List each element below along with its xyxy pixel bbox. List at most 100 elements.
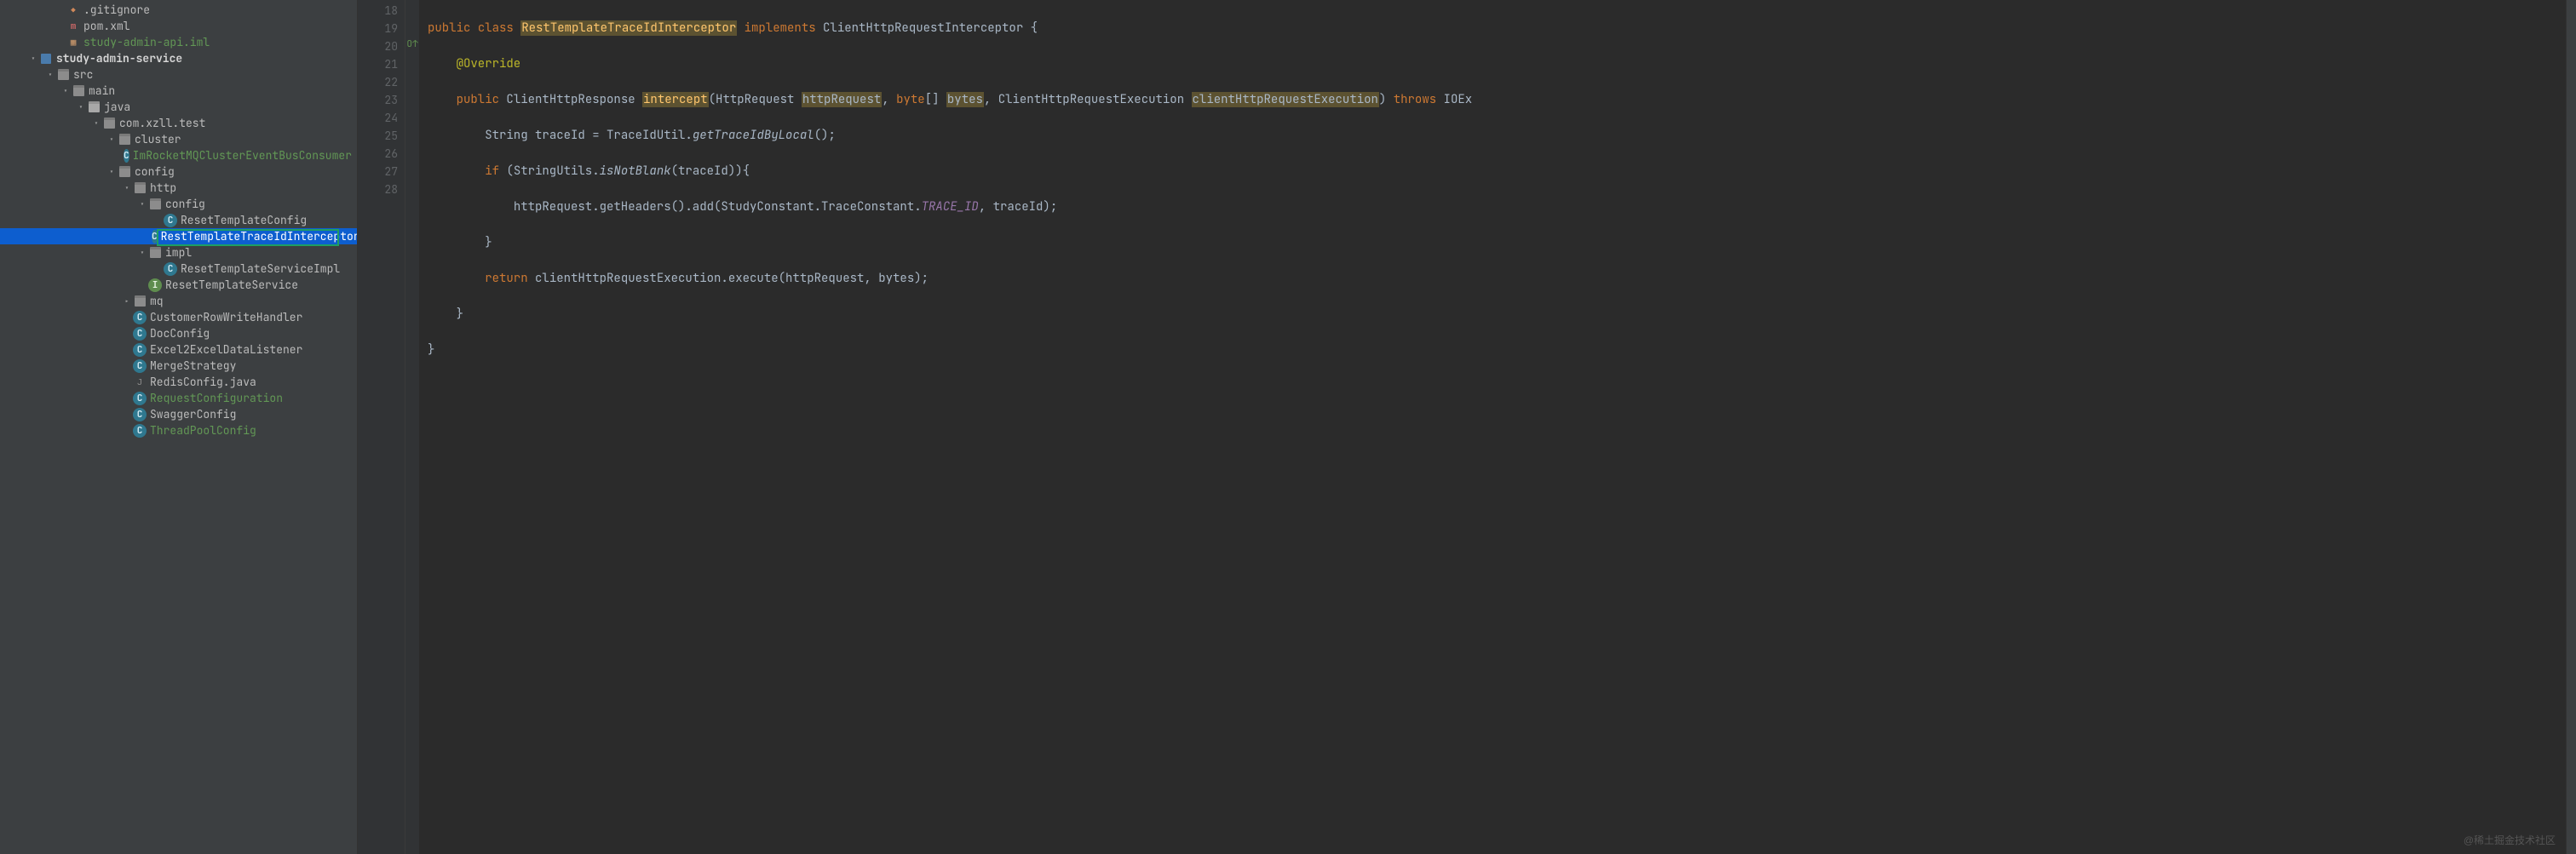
gutter-marker[interactable] — [405, 179, 419, 197]
tree-item-package[interactable]: ▾ com.xzll.test — [0, 115, 357, 131]
tree-label: ResetTemplateServiceImpl — [181, 261, 340, 276]
class-icon — [164, 262, 177, 276]
line-number: 28 — [358, 181, 398, 198]
tree-item-excel-listener[interactable]: Excel2ExcelDataListener — [0, 341, 357, 358]
code-line[interactable] — [428, 377, 2566, 395]
tree-label: study-admin-service — [56, 51, 182, 66]
tree-label: ThreadPoolConfig — [150, 423, 256, 438]
line-number: 22 — [358, 73, 398, 91]
package-icon — [118, 165, 131, 179]
chevron-down-icon[interactable]: ▾ — [75, 102, 87, 112]
annotation-gutter: O↑ — [405, 0, 419, 854]
tree-label: cluster — [135, 132, 181, 146]
tree-label: config — [165, 197, 205, 211]
gutter-marker[interactable] — [405, 107, 419, 125]
tree-item-reset-template-service-impl[interactable]: ResetTemplateServiceImpl — [0, 261, 357, 277]
tree-item-swagger-config[interactable]: SwaggerConfig — [0, 406, 357, 422]
chevron-right-icon[interactable]: ▸ — [121, 296, 133, 307]
tree-item-request-config[interactable]: RequestConfiguration — [0, 390, 357, 406]
folder-icon — [72, 84, 85, 98]
line-number: 25 — [358, 127, 398, 145]
code-line[interactable]: if (StringUtils.isNotBlank(traceId)){ — [428, 163, 2566, 181]
tree-item-doc-config[interactable]: DocConfig — [0, 325, 357, 341]
tree-label: main — [89, 83, 115, 98]
folder-icon — [87, 100, 101, 114]
editor[interactable]: 1819202122232425262728 O↑ public class R… — [358, 0, 2576, 854]
tree-item-impl[interactable]: ▾ impl — [0, 244, 357, 261]
gutter-marker[interactable] — [405, 89, 419, 107]
line-number: 24 — [358, 109, 398, 127]
line-number: 18 — [358, 2, 398, 20]
class-icon — [133, 327, 147, 341]
class-icon — [133, 311, 147, 324]
tree-item-rest-interceptor[interactable]: RestTemplateTraceIdInterceptor — [0, 228, 357, 244]
class-icon — [133, 359, 147, 373]
java-file-icon — [133, 375, 147, 389]
code-line[interactable]: String traceId = TraceIdUtil.getTraceIdB… — [428, 127, 2566, 145]
tree-item-cluster-consumer[interactable]: ImRocketMQClusterEventBusConsumer — [0, 147, 357, 163]
chevron-down-icon[interactable]: ▾ — [60, 86, 72, 96]
tree-item-http[interactable]: ▾ http — [0, 180, 357, 196]
chevron-down-icon[interactable]: ▾ — [121, 183, 133, 193]
tree-item-cluster[interactable]: ▾ cluster — [0, 131, 357, 147]
code-line[interactable]: public class RestTemplateTraceIdIntercep… — [428, 20, 2566, 37]
tree-item-config[interactable]: ▾ config — [0, 163, 357, 180]
line-number: 23 — [358, 91, 398, 109]
tree-item-main[interactable]: ▾ main — [0, 83, 357, 99]
tree-label: java — [104, 100, 130, 114]
class-icon — [133, 343, 147, 357]
tree-item-reset-template-service[interactable]: ResetTemplateService — [0, 277, 357, 293]
tree-item-java[interactable]: ▾ java — [0, 99, 357, 115]
code-line[interactable]: } — [428, 306, 2566, 324]
tree-item-threadpool-config[interactable]: ThreadPoolConfig — [0, 422, 357, 438]
code-line[interactable]: public ClientHttpResponse intercept(Http… — [428, 91, 2566, 109]
tree-label: pom.xml — [83, 19, 130, 33]
code-line[interactable]: } — [428, 234, 2566, 252]
gutter-marker[interactable] — [405, 143, 419, 161]
tree-item-http-config[interactable]: ▾ config — [0, 196, 357, 212]
code-line[interactable]: httpRequest.getHeaders().add(StudyConsta… — [428, 198, 2566, 216]
error-stripe[interactable] — [2566, 0, 2576, 854]
tree-item-module[interactable]: ▾ study-admin-service — [0, 50, 357, 66]
tree-label: MergeStrategy — [150, 358, 236, 373]
chevron-down-icon[interactable]: ▾ — [27, 54, 39, 64]
line-number: 20 — [358, 37, 398, 55]
tree-item-redis-config[interactable]: RedisConfig.java — [0, 374, 357, 390]
tree-label: Excel2ExcelDataListener — [150, 342, 302, 357]
chevron-down-icon[interactable]: ▾ — [136, 199, 148, 209]
code-line[interactable]: return clientHttpRequestExecution.execut… — [428, 270, 2566, 288]
tree-item-customer-row[interactable]: CustomerRowWriteHandler — [0, 309, 357, 325]
gutter-marker[interactable] — [405, 54, 419, 72]
tree-label: com.xzll.test — [119, 116, 205, 130]
chevron-down-icon[interactable]: ▾ — [90, 118, 102, 129]
chevron-down-icon[interactable]: ▾ — [106, 167, 118, 177]
tree-item-merge-strategy[interactable]: MergeStrategy — [0, 358, 357, 374]
class-icon — [133, 408, 147, 421]
code-line[interactable]: @Override — [428, 55, 2566, 73]
tree-item-pom[interactable]: pom.xml — [0, 18, 357, 34]
chevron-down-icon[interactable]: ▾ — [106, 135, 118, 145]
code-area[interactable]: public class RestTemplateTraceIdIntercep… — [419, 0, 2566, 854]
gutter-marker[interactable] — [405, 18, 419, 36]
class-icon — [133, 424, 147, 438]
line-number: 19 — [358, 20, 398, 37]
project-tree[interactable]: .gitignore pom.xml study-admin-api.iml ▾… — [0, 0, 358, 854]
chevron-down-icon[interactable]: ▾ — [44, 70, 56, 80]
tree-item-gitignore[interactable]: .gitignore — [0, 2, 357, 18]
package-icon — [148, 246, 162, 260]
maven-icon — [66, 20, 80, 33]
code-line[interactable]: } — [428, 341, 2566, 359]
gutter-marker[interactable] — [405, 0, 419, 18]
tree-item-iml[interactable]: study-admin-api.iml — [0, 34, 357, 50]
gutter-marker[interactable]: O↑ — [405, 36, 419, 54]
chevron-down-icon[interactable]: ▾ — [136, 248, 148, 258]
gutter-marker[interactable] — [405, 125, 419, 143]
tree-item-src[interactable]: ▾ src — [0, 66, 357, 83]
tree-label: src — [73, 67, 93, 82]
gutter-marker[interactable] — [405, 72, 419, 89]
iml-icon — [66, 36, 80, 49]
tree-item-mq[interactable]: ▸ mq — [0, 293, 357, 309]
gutter-marker[interactable] — [405, 161, 419, 179]
tree-item-reset-template-config[interactable]: ResetTemplateConfig — [0, 212, 357, 228]
tree-label: ImRocketMQClusterEventBusConsumer — [133, 148, 352, 163]
